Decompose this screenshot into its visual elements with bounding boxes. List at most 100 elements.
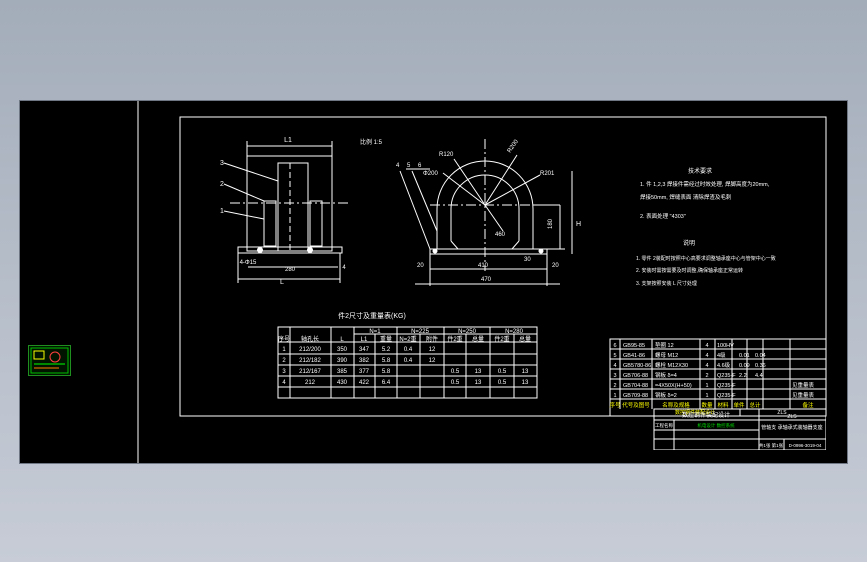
weight-table-cell: 347 xyxy=(359,347,370,353)
weight-table-cell: 5.8 xyxy=(382,358,391,364)
weight-table-cell: 212/167 xyxy=(299,369,321,375)
bom-cell: 螺栓 M12X30 xyxy=(655,361,688,369)
weight-table-cell: 422 xyxy=(359,380,370,386)
weight-table-cell: 3 xyxy=(282,369,286,375)
weight-table-cell: 0.4 xyxy=(404,358,413,364)
dim-470: 470 xyxy=(481,277,492,283)
weight-table-cell: 13 xyxy=(522,380,529,386)
thumbnail-preview-icon xyxy=(30,347,69,374)
weight-table-cell: 4 xyxy=(282,380,286,386)
dim-180: 180 xyxy=(548,218,554,229)
bom-cell: 钢板 δ=4 xyxy=(655,371,677,379)
bom-cell: 4 xyxy=(705,343,708,349)
weight-table-cell: 12 xyxy=(429,358,436,364)
dim-h: H xyxy=(576,221,581,228)
tech-note-1b: 焊接50mm, 焊缝表面 清除焊渣及毛刺 xyxy=(640,193,732,201)
weight-table-title: 件2尺寸及重量表(KG) xyxy=(338,311,406,320)
weight-table-cell: 0.5 xyxy=(451,380,460,386)
callout-3: 3 xyxy=(220,160,224,167)
bom-cell: 4 xyxy=(705,363,708,369)
radius-r120: R120 xyxy=(439,152,454,158)
bom-cell: =4X50X(H+50) xyxy=(655,383,692,389)
callout-1: 1 xyxy=(220,208,224,215)
bom-cell: 1 xyxy=(705,393,708,399)
radius-r200: R200 xyxy=(507,138,521,154)
weight-table-cell: 0.5 xyxy=(498,369,507,375)
bom-header-cell: 序号 xyxy=(609,401,621,409)
bom-cell: 垫圈 12 xyxy=(655,341,674,349)
bom-cell: 1 xyxy=(613,393,616,399)
dim-460: 460 xyxy=(495,232,506,238)
note-2: 2. 安装时需按需要及时调整,确保轴承座正常运转 xyxy=(636,267,743,274)
weight-table-cell: 5.8 xyxy=(382,369,391,375)
weight-table-subheader: 件2重 xyxy=(494,335,509,343)
dim-20-right: 20 xyxy=(552,263,559,269)
tb-part-name: 管轴支 承轴承式装轴器支座 xyxy=(761,424,822,431)
bom-cell: GB95-85 xyxy=(623,343,645,349)
bom-cell: 5 xyxy=(613,353,616,359)
weight-table-cell: 350 xyxy=(337,347,348,353)
title-block-strip: 数控钢件装配设计 工程名称 机电设计 数控系统 ZLS 管轴支 承轴承式装轴器支… xyxy=(653,408,826,450)
weight-table-header: 轴孔长 xyxy=(301,335,319,343)
bom-cell: 4 xyxy=(613,363,616,369)
weight-table-subheader: 总量 xyxy=(472,335,484,343)
weight-table-cell: 377 xyxy=(359,369,370,375)
dim-l: L xyxy=(280,279,284,286)
tb-code: ZLS xyxy=(787,414,797,420)
weight-table-header: N=250 xyxy=(458,329,477,335)
bom-cell: Q235-F xyxy=(717,393,736,399)
bom-cell: 2.2 xyxy=(739,373,747,379)
tb-sheet: 共1张 第1张 xyxy=(759,442,784,449)
note-3: 3. 支架按照安装 L 尺寸处理 xyxy=(636,280,697,287)
bom-cell: 2 xyxy=(705,373,708,379)
weight-table-cell: 382 xyxy=(359,358,370,364)
weight-table-cell: 212 xyxy=(305,380,316,386)
weight-table-cell: 212/200 xyxy=(299,347,321,353)
bom-cell: 钢板 δ=2 xyxy=(655,391,677,399)
bom-cell: Q235-F xyxy=(717,383,736,389)
weight-table-cell: 390 xyxy=(337,358,348,364)
callout-2: 2 xyxy=(220,181,224,188)
weight-table-subheader: L1 xyxy=(361,337,368,343)
callout-6: 6 xyxy=(418,163,422,169)
tech-note-2: 2. 表面处理 "4303" xyxy=(640,212,686,220)
dim-holes: 4-Φ15 xyxy=(240,260,257,266)
bom-cell: 0.01 xyxy=(739,353,750,359)
notes-heading: 说明 xyxy=(683,239,695,247)
cad-viewport[interactable]: L1 L 4-Φ15 280 4 3 2 1 比例 1:5 4 5 6 R120… xyxy=(20,101,847,463)
bom-cell: 4 xyxy=(705,353,708,359)
weight-table-cell: 6.4 xyxy=(382,380,391,386)
weight-table-cell: 1 xyxy=(282,347,286,353)
bom-cell: 见重量表 xyxy=(792,391,815,399)
tech-note-1: 1. 件 1,2,3 焊接件需经过时效处理, 焊脚高度为20mm, xyxy=(640,180,770,188)
radius-r201: R201 xyxy=(540,171,555,177)
bom-cell: 100HV xyxy=(717,343,734,349)
weight-table-cell: 2 xyxy=(282,358,286,364)
bom-cell: GB706-88 xyxy=(623,373,648,379)
callout-5: 5 xyxy=(407,163,411,169)
callout-4: 4 xyxy=(396,163,400,169)
weight-table-cell: 13 xyxy=(475,369,482,375)
tb-company: 机电设计 数控系统 xyxy=(697,422,735,429)
dim-30: 30 xyxy=(524,257,531,263)
bom-cell: GB41-86 xyxy=(623,353,645,359)
weight-table-cell: 0.4 xyxy=(404,347,413,353)
bom-cell: 见重量表 xyxy=(792,381,815,389)
layout-thumbnail[interactable] xyxy=(28,345,71,376)
scale-label: 比例 1:5 xyxy=(360,138,383,146)
weight-table-cell: 0.5 xyxy=(498,380,507,386)
bom-cell: 6 xyxy=(613,343,616,349)
bom-cell: 3 xyxy=(613,373,616,379)
diameter-200: Φ200 xyxy=(423,171,438,177)
weight-table-cell: 430 xyxy=(337,380,348,386)
bom-cell: 1 xyxy=(705,383,708,389)
weight-table-cell: 12 xyxy=(429,347,436,353)
bom-cell: 0.04 xyxy=(755,353,766,359)
note-1: 1. 零件 2装配时按照中心高要求调整轴承座中心与管架中心一致 xyxy=(636,255,776,262)
dim-410: 410 xyxy=(478,263,489,269)
dim-l1: L1 xyxy=(284,137,292,144)
weight-table-subheader: 总量 xyxy=(519,335,531,343)
weight-table-subheader: N=2重 xyxy=(399,335,416,343)
tb-title: 数控钢件装配设计 xyxy=(682,411,730,419)
dim-right: 4 xyxy=(342,265,346,271)
